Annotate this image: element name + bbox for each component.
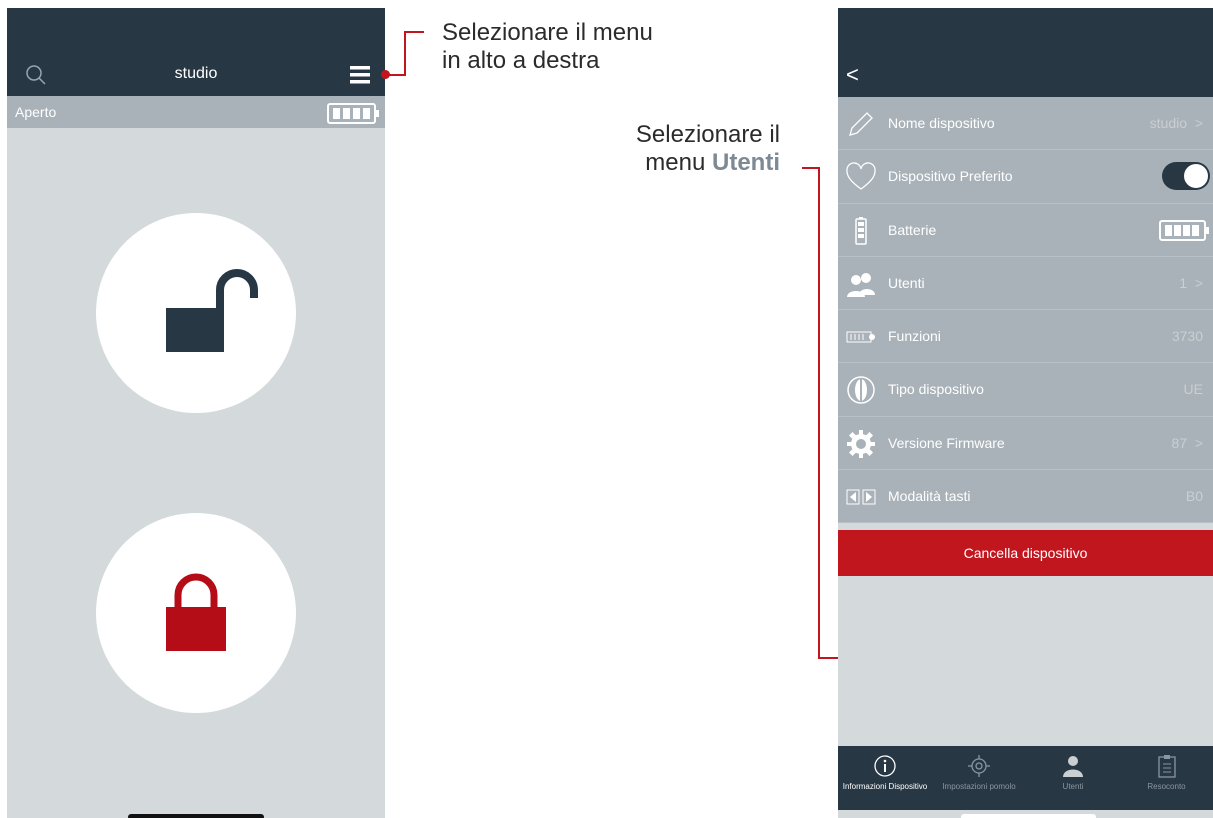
row-functions: Funzioni 3730 [838,310,1213,364]
delete-device-button[interactable]: Cancella dispositivo [838,530,1213,576]
report-icon [1157,755,1176,778]
connector-line [404,31,424,33]
functions-icon [846,331,875,343]
row-favorite-device[interactable]: Dispositivo Preferito [838,150,1213,204]
gear-icon [847,429,875,458]
annotation-users-menu: Selezionare il menu Utenti [635,121,780,176]
settings-icon [968,755,990,777]
toggle-knob [1184,164,1208,189]
users-icon [847,272,875,297]
row-batteries: Batterie [838,203,1213,257]
home-indicator [961,814,1096,818]
back-button[interactable]: < [846,62,859,88]
tab-report[interactable]: Resoconto [1120,746,1213,810]
battery-icon [327,103,379,124]
device-title: studio [174,65,218,82]
info-icon [874,755,896,777]
annotation-top-right-menu: Selezionare il menu in alto a destra [442,19,653,74]
tab-knob-settings[interactable]: Impostazioni pomolo [932,746,1026,810]
settings-list: Nome dispositivo studio > Dispositivo Pr… [838,97,1213,524]
connector-line [818,167,820,658]
status-bar: Aperto [7,96,385,128]
row-users[interactable]: Utenti 1 > [838,256,1213,311]
settings-header: < [838,8,1213,97]
arrows-icon [846,489,876,505]
tab-bar: Informazioni Dispositivo Impostazioni po… [838,746,1213,810]
row-key-mode: Modalità tasti B0 [838,470,1213,524]
battery-icon [1159,219,1209,241]
favorite-toggle[interactable] [1162,162,1210,191]
left-phone-screen: studio Aperto [7,8,385,818]
connector-line [802,167,819,169]
home-indicator [128,814,264,818]
connector-line [404,31,406,76]
user-icon [1063,756,1083,777]
battery-vertical-icon [855,216,867,245]
tab-device-info[interactable]: Informazioni Dispositivo [838,746,932,810]
lock-status: Aperto [15,104,57,120]
heart-icon [846,162,876,191]
right-phone-screen: < Nome dispositivo studio > Dispositivo … [838,8,1213,818]
unlock-icon [166,269,258,352]
chevron-right-icon: > [1194,434,1203,451]
chevron-right-icon: > [1194,115,1203,131]
chevron-right-icon: > [1194,274,1203,291]
lock-icon [166,573,226,651]
knob-icon [847,376,875,405]
row-firmware-version[interactable]: Versione Firmware 87 > [838,416,1213,471]
lock-button[interactable] [96,513,296,713]
row-device-name[interactable]: Nome dispositivo studio > [838,97,1213,151]
row-device-type: Tipo dispositivo UE [838,363,1213,417]
hamburger-menu-icon[interactable] [350,66,370,84]
connector-dot [381,70,390,79]
unlock-button[interactable] [96,213,296,413]
pencil-icon [849,112,873,136]
tab-users[interactable]: Utenti [1026,746,1120,810]
app-header: studio [7,8,385,96]
